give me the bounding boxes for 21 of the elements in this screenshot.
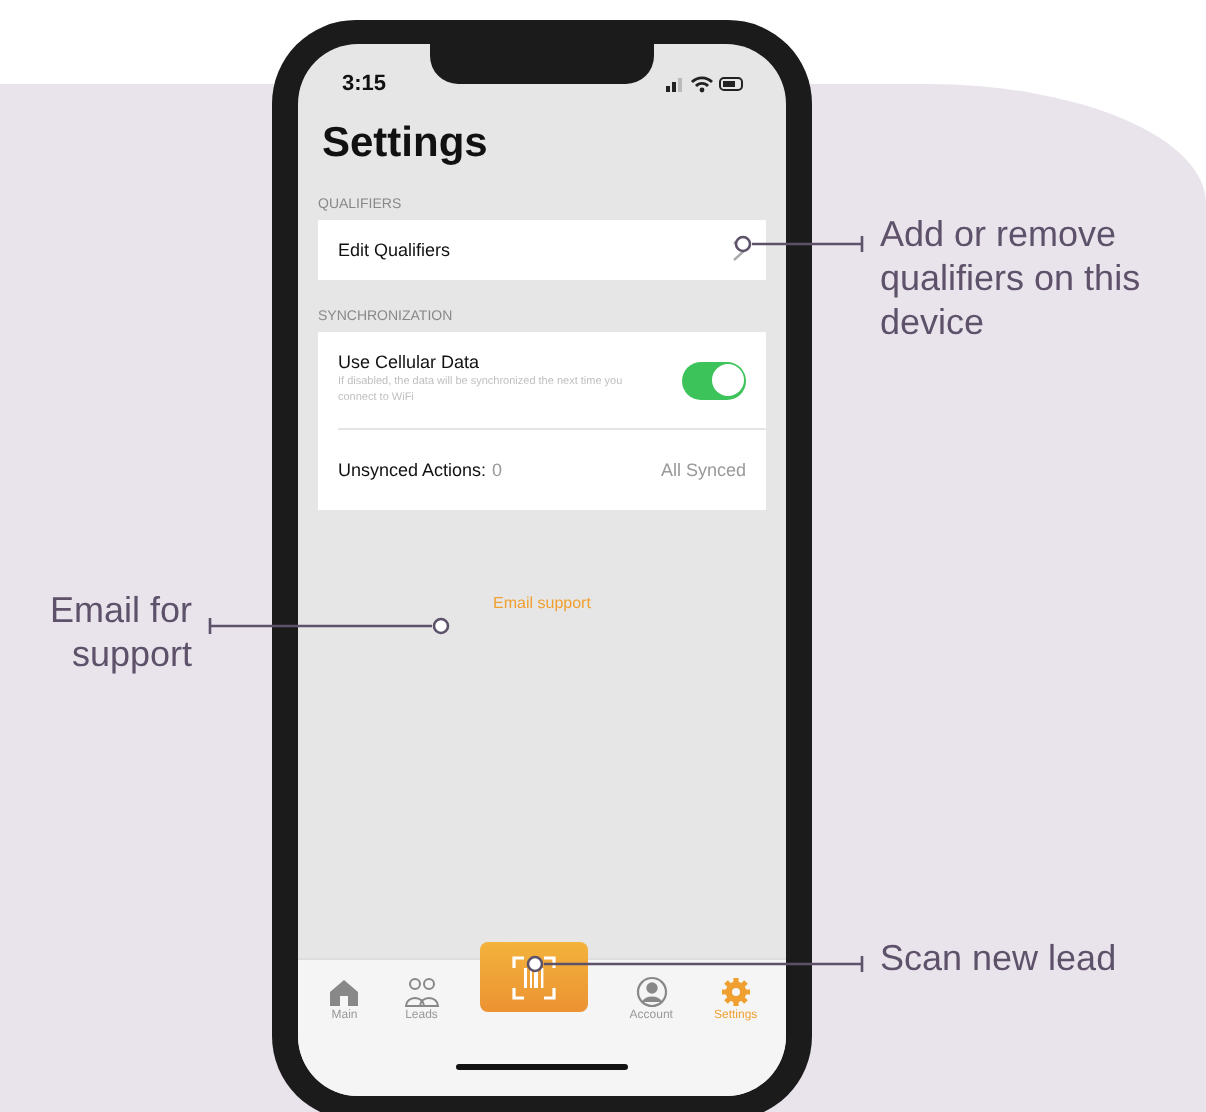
status-time: 3:15	[342, 72, 387, 96]
row-value: 0	[492, 460, 503, 480]
home-icon	[326, 976, 363, 1008]
page-title: Settings	[320, 118, 490, 168]
scan-button[interactable]	[480, 942, 589, 1012]
status-icons	[666, 74, 746, 94]
settings-icon	[717, 976, 754, 1008]
email-link[interactable]: Email support	[493, 594, 591, 614]
account-icon	[633, 976, 670, 1008]
row-label: Use Cellular Data	[338, 352, 482, 373]
toggle-switch[interactable]	[682, 361, 746, 399]
row-label: Edit Qualifiers	[338, 240, 451, 260]
settings-row[interactable]: Edit Qualifiers	[318, 220, 766, 280]
chevron-icon	[732, 239, 746, 261]
row-label: Unsynced Actions:	[338, 460, 487, 480]
callout-text: Email for support	[47, 588, 192, 676]
barcode-scan-icon	[512, 955, 557, 999]
sync-status: All Synced	[660, 460, 746, 480]
people-icon	[403, 976, 440, 1008]
callout-text: Scan new lead	[880, 936, 1119, 980]
callout-text: Add or remove qualifiers on this device	[880, 212, 1143, 344]
